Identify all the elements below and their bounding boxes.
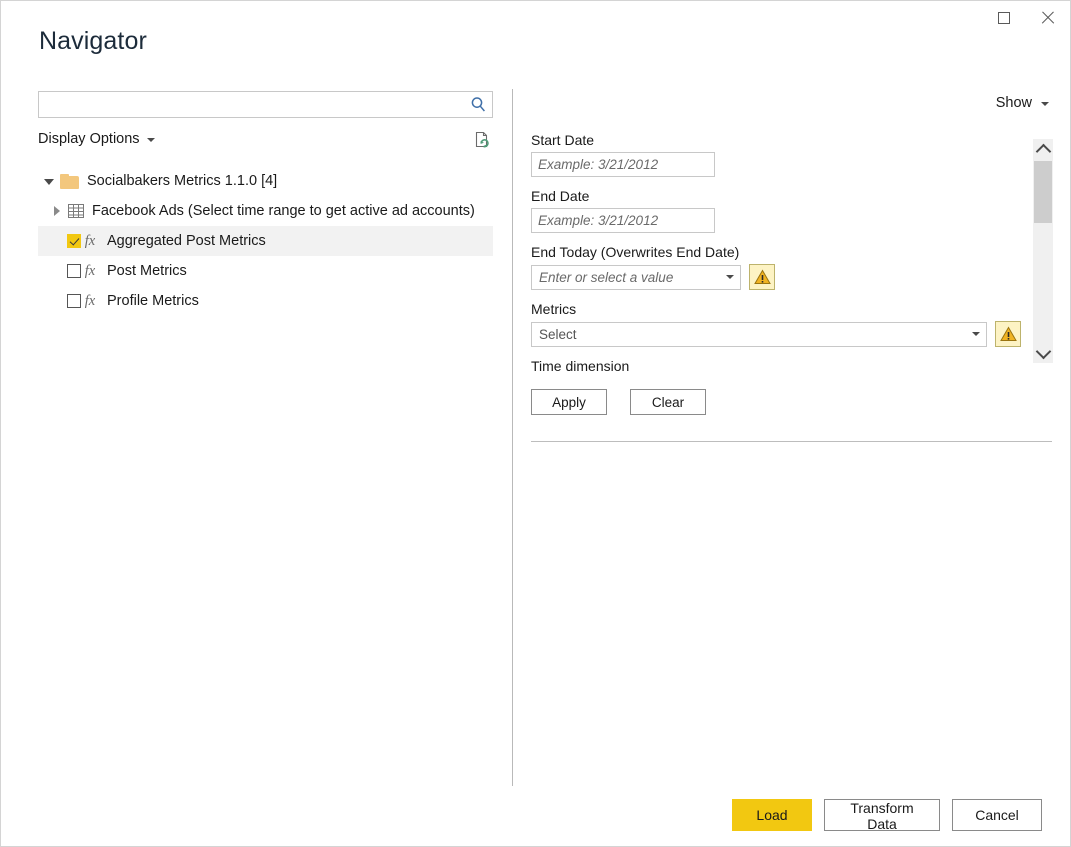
- parameters-form: Start Date End Date End Today (Overwrite…: [531, 131, 1021, 415]
- tree-row[interactable]: Socialbakers Metrics 1.1.0 [4]: [38, 166, 493, 196]
- tree-item-checkbox[interactable]: [67, 264, 81, 278]
- parameter-actions: Apply Clear: [531, 389, 1021, 415]
- maximize-button[interactable]: [982, 1, 1026, 35]
- chevron-down-icon: [1035, 343, 1051, 359]
- load-button[interactable]: Load: [732, 799, 812, 831]
- folder-icon: [60, 173, 79, 189]
- end-today-value: Enter or select a value: [539, 269, 674, 285]
- search-icon[interactable]: [464, 96, 492, 113]
- search-box[interactable]: [38, 91, 493, 118]
- clear-button[interactable]: Clear: [630, 389, 706, 415]
- show-label: Show: [995, 95, 1032, 111]
- pane-divider: [512, 89, 513, 786]
- fx-icon: fx: [84, 262, 96, 279]
- search-input[interactable]: [39, 92, 464, 117]
- scroll-down-button[interactable]: [1033, 343, 1053, 363]
- close-button[interactable]: [1026, 1, 1070, 35]
- end-date-input[interactable]: [531, 208, 715, 233]
- chevron-down-icon: [146, 138, 155, 142]
- object-tree: Socialbakers Metrics 1.1.0 [4] Facebook …: [38, 166, 493, 316]
- scrollbar-thumb[interactable]: [1034, 161, 1052, 223]
- fx-icon: fx: [84, 232, 96, 249]
- expander-toggle[interactable]: [46, 206, 68, 216]
- end-today-label: End Today (Overwrites End Date): [531, 244, 740, 260]
- maximize-icon: [998, 12, 1010, 24]
- end-today-warning-icon[interactable]: [749, 264, 775, 290]
- tree-row[interactable]: Facebook Ads (Select time range to get a…: [38, 196, 493, 226]
- tree-item-label: Aggregated Post Metrics: [107, 233, 266, 249]
- tree-row[interactable]: fx Aggregated Post Metrics: [38, 226, 493, 256]
- tree-item-label: Post Metrics: [107, 263, 187, 279]
- page-title: Navigator: [39, 27, 147, 55]
- start-date-field-group: Start Date: [531, 131, 1021, 177]
- metrics-row: Select: [531, 321, 1021, 347]
- chevron-down-icon: [1041, 102, 1049, 106]
- start-date-input[interactable]: [531, 152, 715, 177]
- chevron-up-icon: [1035, 143, 1051, 159]
- end-today-row: Enter or select a value: [531, 264, 1021, 290]
- refresh-preview-icon[interactable]: [471, 129, 493, 151]
- display-options-label: Display Options: [38, 131, 140, 147]
- cancel-button[interactable]: Cancel: [952, 799, 1042, 831]
- window-controls: [982, 1, 1070, 35]
- scroll-up-button[interactable]: [1033, 139, 1053, 159]
- start-date-label: Start Date: [531, 132, 595, 148]
- apply-button[interactable]: Apply: [531, 389, 607, 415]
- tree-row[interactable]: fx Profile Metrics: [38, 286, 493, 316]
- close-icon: [1040, 10, 1056, 26]
- section-divider: [531, 441, 1052, 442]
- metrics-combobox[interactable]: Select: [531, 321, 987, 347]
- navigator-dialog: Navigator Display Options Socialbakers M…: [0, 0, 1071, 847]
- time-dimension-label: Time dimension: [531, 358, 630, 374]
- title-bar: [1, 1, 1070, 35]
- end-today-field-group: End Today (Overwrites End Date) Enter or…: [531, 243, 1021, 290]
- metrics-value: Select: [539, 326, 577, 342]
- end-today-combobox[interactable]: Enter or select a value: [531, 264, 741, 290]
- parameters-scrollbar[interactable]: [1033, 139, 1053, 363]
- triangle-collapsed-icon: [54, 206, 60, 216]
- end-date-field-group: End Date: [531, 187, 1021, 233]
- transform-data-button[interactable]: Transform Data: [824, 799, 940, 832]
- triangle-expanded-icon: [43, 179, 54, 185]
- metrics-label: Metrics: [531, 301, 577, 317]
- tree-item-label: Facebook Ads (Select time range to get a…: [92, 203, 475, 219]
- tree-row[interactable]: fx Post Metrics: [38, 256, 493, 286]
- chevron-down-icon[interactable]: [966, 332, 986, 336]
- tree-item-label: Socialbakers Metrics 1.1.0 [4]: [87, 173, 278, 189]
- metrics-warning-icon[interactable]: [995, 321, 1021, 347]
- tree-item-checkbox[interactable]: [67, 294, 81, 308]
- metrics-field-group: Metrics Select: [531, 300, 1021, 347]
- dialog-footer: Load Transform Data Cancel: [1, 784, 1070, 846]
- expander-toggle[interactable]: [38, 177, 60, 185]
- tree-item-label: Profile Metrics: [107, 293, 199, 309]
- end-date-label: End Date: [531, 188, 590, 204]
- display-options-dropdown[interactable]: Display Options: [38, 131, 155, 147]
- chevron-down-icon[interactable]: [720, 275, 740, 279]
- tree-item-checkbox[interactable]: [67, 234, 81, 248]
- table-icon: [68, 204, 84, 218]
- show-dropdown[interactable]: Show: [996, 95, 1049, 111]
- fx-icon: fx: [84, 292, 96, 309]
